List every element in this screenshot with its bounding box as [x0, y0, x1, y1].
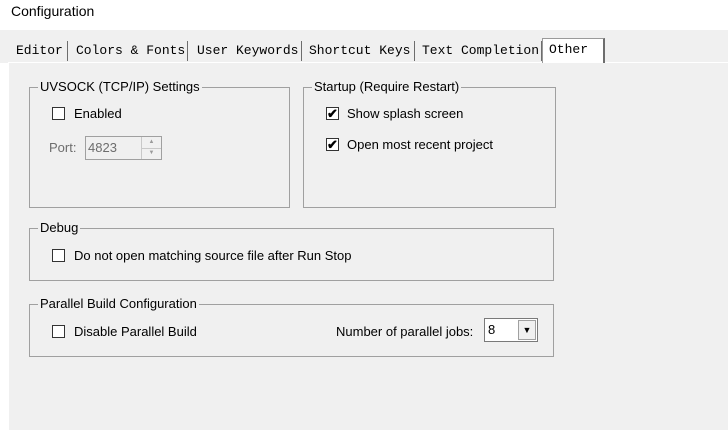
startup-title: Startup (Require Restart) — [312, 79, 462, 95]
tab-user-keywords[interactable]: User Keywords — [191, 41, 302, 61]
chevron-down-icon[interactable]: ▼ — [518, 320, 536, 340]
enabled-label[interactable]: Enabled — [74, 106, 122, 122]
tab-editor[interactable]: Editor — [10, 41, 68, 61]
tab-colors-fonts[interactable]: Colors & Fonts — [70, 41, 188, 61]
window-title: Configuration — [11, 3, 95, 19]
parallel-build-title: Parallel Build Configuration — [38, 296, 199, 312]
port-value: 4823 — [88, 140, 117, 155]
spin-down-icon: ▼ — [148, 150, 155, 156]
enabled-checkbox[interactable] — [52, 107, 65, 120]
debug-title: Debug — [38, 220, 81, 236]
parallel-jobs-dropdown[interactable]: 8 ▼ — [484, 318, 538, 342]
no-open-source-label[interactable]: Do not open matching source file after R… — [74, 248, 352, 264]
title-bar: Configuration — [0, 0, 728, 30]
parallel-jobs-label: Number of parallel jobs: — [336, 324, 474, 339]
tab-other[interactable]: Other — [542, 38, 605, 63]
no-open-source-checkbox[interactable] — [52, 249, 65, 262]
port-label: Port: — [49, 140, 77, 155]
tab-text-completion[interactable]: Text Completion — [416, 41, 542, 61]
port-spin-buttons: ▲ ▼ — [141, 137, 161, 159]
tab-shortcut-keys[interactable]: Shortcut Keys — [303, 41, 415, 61]
open-recent-label[interactable]: Open most recent project — [347, 137, 493, 153]
show-splash-label[interactable]: Show splash screen — [347, 106, 463, 122]
port-spinbox: 4823 ▲ ▼ — [85, 136, 162, 160]
disable-parallel-label[interactable]: Disable Parallel Build — [74, 324, 197, 340]
uvsock-settings-title: UVSOCK (TCP/IP) Settings — [38, 79, 202, 95]
disable-parallel-checkbox[interactable] — [52, 325, 65, 338]
show-splash-checkbox[interactable]: ✔ — [326, 107, 339, 120]
open-recent-checkbox[interactable]: ✔ — [326, 138, 339, 151]
parallel-jobs-value: 8 — [488, 322, 496, 337]
